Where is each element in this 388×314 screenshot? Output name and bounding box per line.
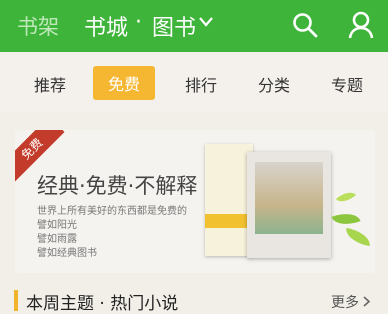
leaf-decoration [335, 187, 357, 207]
section-title: 本周主题 · 热门小说 [26, 294, 179, 314]
banner-line: 譬如经典图书 [37, 248, 97, 259]
book-cover-image [247, 152, 331, 258]
banner-line: 世界上所有美好的东西都是免费的 [37, 206, 187, 217]
category-free-label: 免费 [107, 75, 140, 94]
banner-line: 譬如雨露 [37, 234, 77, 245]
tab-bookstore[interactable]: 书城 [84, 10, 128, 42]
tab-bookshelf[interactable]: 书架 [17, 11, 59, 41]
category-free[interactable]: 免费 [93, 66, 155, 100]
book-cover-image [205, 144, 253, 256]
leaf-decoration [331, 207, 361, 231]
category-recommend[interactable]: 推荐 [34, 72, 66, 96]
banner-title: 经典·免费·不解释 [37, 174, 198, 198]
chevron-right-icon [363, 296, 371, 307]
search-icon[interactable] [292, 12, 318, 38]
title-separator: · [135, 10, 142, 35]
category-ranking[interactable]: 排行 [185, 72, 217, 96]
section-accent-bar [14, 290, 18, 311]
promo-banner[interactable]: 免费 经典·免费·不解释 世界上所有美好的东西都是免费的 譬如阳光 譬如雨露 譬… [15, 130, 375, 273]
chevron-down-icon[interactable] [199, 17, 213, 27]
category-topics[interactable]: 专题 [331, 72, 363, 96]
books-dropdown-label[interactable]: 图书 [152, 10, 196, 42]
more-link[interactable]: 更多 [331, 292, 371, 312]
leaf-decoration [343, 227, 373, 247]
category-classify[interactable]: 分类 [258, 72, 290, 96]
more-link-label: 更多 [331, 295, 359, 311]
banner-line: 譬如阳光 [37, 220, 77, 231]
user-icon[interactable] [348, 11, 374, 39]
